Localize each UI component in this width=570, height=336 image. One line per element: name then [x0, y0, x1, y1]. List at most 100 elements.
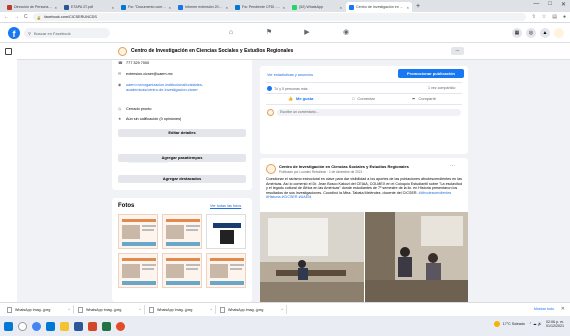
comment-input[interactable]: Escribe un comentario...	[277, 109, 461, 116]
close-tab-icon[interactable]: ×	[112, 5, 114, 10]
photo-thumbnail[interactable]	[206, 214, 246, 249]
post-photo-2[interactable]	[365, 212, 468, 302]
download-item[interactable]: WhatsApp Imag...jpeg ^	[217, 305, 287, 314]
browser-tab[interactable]: Informe extensión 2021 (Autou...×	[175, 2, 231, 12]
close-tab-icon[interactable]: ×	[226, 5, 228, 10]
profile-icon[interactable]: ●	[563, 14, 566, 20]
new-tab-button[interactable]: +	[416, 2, 420, 12]
chevron-up-icon[interactable]: ^	[139, 308, 141, 312]
notifications-icon[interactable]: ▲	[540, 28, 550, 38]
page-info-card: ☎ 777 329 7000 ✉ extension.cicser@uaem.m…	[112, 60, 252, 190]
extensions-icon[interactable]: ▤	[552, 14, 557, 20]
tray-icons[interactable]: ⌃ ☁ 🔊	[529, 322, 542, 326]
menu-grid-icon[interactable]: ▦	[512, 28, 522, 38]
tab-favicon-icon	[235, 4, 240, 10]
word-icon[interactable]	[74, 321, 83, 331]
flag-icon[interactable]: ⚑	[264, 28, 274, 38]
comment-button[interactable]: □ Comentar	[352, 96, 375, 101]
edge-icon[interactable]	[46, 321, 55, 331]
browser-tab[interactable]: Fw: Pendiente CFDI - revisión en c...×	[232, 2, 288, 12]
url-input[interactable]: 🔒 facebook.com/CICSERUNCDS	[32, 13, 526, 21]
groups-icon[interactable]: ◉	[341, 28, 351, 38]
start-windows-icon[interactable]	[4, 321, 13, 331]
post-options-button[interactable]: ···	[450, 163, 455, 169]
close-tab-icon[interactable]: ×	[340, 5, 342, 10]
facebook-logo-icon[interactable]: f	[8, 27, 20, 39]
hours-text[interactable]: Cerrado pronto	[126, 107, 152, 112]
search-icon: ⚲	[28, 30, 31, 36]
url-text: facebook.com/CICSERUNCDS	[44, 15, 97, 19]
search-input[interactable]: ⚲ Buscar en Facebook	[24, 28, 110, 38]
email-text[interactable]: extension.cicser@uaem.mx	[126, 72, 173, 77]
tab-favicon-icon	[178, 4, 183, 10]
share-icon[interactable]: ⇧	[532, 14, 536, 20]
event-photo-right	[365, 212, 468, 302]
photo-thumbnail[interactable]	[162, 253, 202, 288]
show-all-downloads-link[interactable]: Mostrar todo	[534, 307, 554, 311]
close-window-button[interactable]: ✕	[561, 1, 566, 8]
star-icon[interactable]: ☆	[542, 14, 546, 20]
search-icon[interactable]	[18, 321, 27, 331]
close-downloads-button[interactable]: ✕	[561, 306, 565, 312]
promote-post-button[interactable]: Promocionar publicación	[398, 69, 464, 78]
back-button[interactable]: ←	[4, 14, 9, 20]
sidebar-toggle-icon[interactable]	[5, 48, 12, 55]
file-icon	[7, 306, 12, 313]
app-icon[interactable]	[116, 321, 125, 331]
close-tab-icon[interactable]: ×	[283, 5, 285, 10]
photo-thumbnail[interactable]	[162, 214, 202, 249]
photo-thumbnail[interactable]	[206, 253, 246, 288]
edit-details-button[interactable]: Editar detalles	[118, 129, 246, 137]
download-item[interactable]: WhatsApp Imag...jpeg ^	[75, 305, 145, 314]
forward-button[interactable]: →	[14, 14, 19, 20]
messenger-icon[interactable]: ◎	[526, 28, 536, 38]
browser-tab[interactable]: Fw: "Documento compartido conti...×	[118, 2, 174, 12]
chevron-up-icon[interactable]: ^	[210, 308, 212, 312]
clock[interactable]: 02:06 p. m. 01/12/2021	[546, 320, 564, 329]
chevron-up-icon[interactable]: ^	[68, 308, 70, 312]
browser-tab[interactable]: Centro de Investigación en Cien...×	[346, 2, 412, 12]
like-button[interactable]: 👍 Me gusta	[288, 96, 313, 101]
profile-avatar[interactable]	[554, 28, 564, 38]
powerpoint-icon[interactable]	[88, 321, 97, 331]
post-photo-1[interactable]	[260, 212, 364, 302]
page-title: Centro de Investigación en Ciencias Soci…	[131, 48, 294, 54]
post-card: Centro de Investigación en Ciencias Soci…	[260, 158, 468, 302]
page-avatar[interactable]	[118, 47, 127, 56]
view-stats-link[interactable]: Ver estadísticas y anuncios	[267, 73, 313, 77]
like-reaction-icon	[267, 86, 272, 91]
browser-tab[interactable]: (52) WhatsApp ×	[289, 2, 345, 12]
browser-tab[interactable]: Dirección de Personal - Univers...×	[4, 2, 60, 12]
add-featured-button[interactable]: Agregar destacados	[118, 175, 246, 183]
download-item[interactable]: WhatsApp Imag...jpeg ^	[146, 305, 216, 314]
system-tray: 17°C Soleado ⌃ ☁ 🔊 02:06 p. m. 01/12/202…	[493, 320, 564, 329]
share-button[interactable]: ➦ Compartir	[412, 96, 436, 101]
chrome-icon[interactable]	[32, 321, 41, 331]
photo-thumbnail[interactable]	[118, 214, 158, 249]
website-row[interactable]: ◉ uaem.mx/organizacion-institucional/uni…	[118, 83, 230, 92]
chevron-up-icon[interactable]: ^	[281, 308, 283, 312]
see-all-photos-link[interactable]: Ver todas las fotos	[210, 204, 241, 208]
minimize-button[interactable]: —	[533, 1, 539, 8]
home-icon[interactable]: ⌂	[226, 28, 236, 38]
close-tab-icon[interactable]: ×	[169, 5, 171, 10]
folder-icon[interactable]	[60, 321, 69, 331]
close-tab-icon[interactable]: ×	[407, 5, 409, 10]
share-arrow-icon: ➦	[412, 96, 416, 101]
post-author-avatar[interactable]	[266, 164, 276, 174]
download-item[interactable]: WhatsApp Imag...jpeg ^	[4, 305, 74, 314]
watch-icon[interactable]: ▶	[302, 28, 312, 38]
website-link[interactable]: uaem.mx/organizacion-institucional/unida…	[126, 83, 230, 92]
excel-icon[interactable]	[102, 321, 111, 331]
shares-count[interactable]: 1 vez compartido	[428, 86, 455, 90]
reactions-summary[interactable]: Tú y 5 personas más	[267, 86, 308, 91]
add-hobbies-button[interactable]: Agregar pasatiempos	[118, 154, 246, 162]
photo-thumbnail[interactable]	[118, 253, 158, 288]
browser-tab[interactable]: ETAPA 3T.pdf ×	[61, 2, 117, 12]
page-more-button[interactable]: ...	[451, 47, 464, 55]
reload-button[interactable]: C	[24, 14, 28, 20]
close-tab-icon[interactable]: ×	[55, 5, 57, 10]
weather-text[interactable]: 17°C Soleado	[503, 322, 525, 326]
maximize-button[interactable]: □	[548, 1, 552, 8]
post-author[interactable]: Centro de Investigación en Ciencias Soci…	[279, 164, 409, 169]
